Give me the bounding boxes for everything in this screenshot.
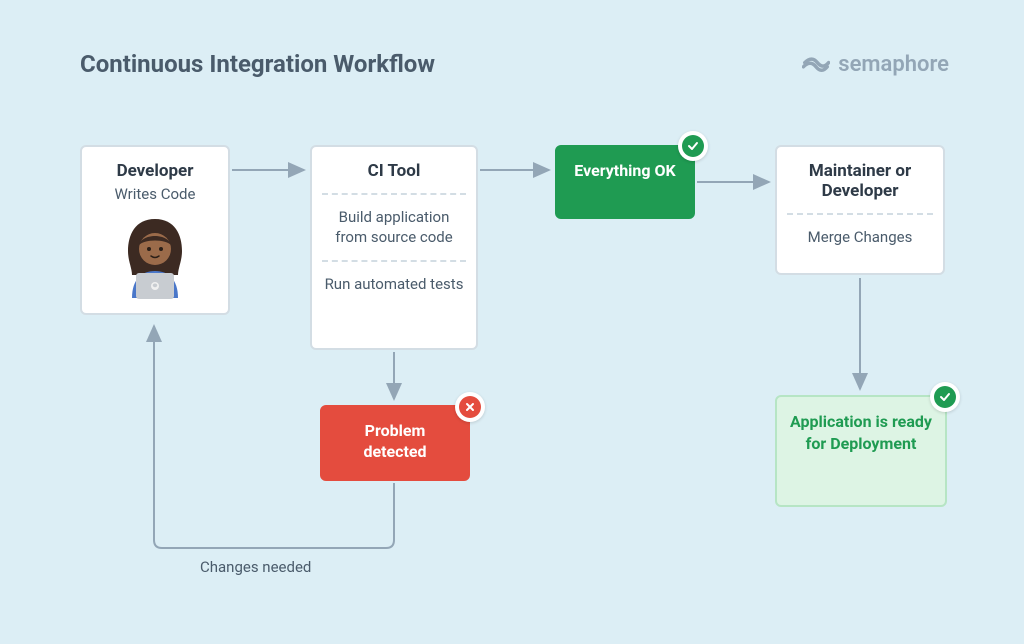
brand-logo: semaphore — [802, 50, 949, 78]
ci-step-test: Run automated tests — [322, 274, 466, 294]
developer-title: Developer — [92, 161, 218, 181]
flow-arrows — [0, 0, 1024, 644]
problem-box: Problem detected — [320, 405, 470, 481]
ready-text: Application is ready for Deployment — [787, 411, 935, 456]
ok-text: Everything OK — [567, 161, 683, 182]
changes-needed-label: Changes needed — [200, 558, 311, 576]
developer-box: Developer Writes Code — [80, 145, 230, 315]
separator — [322, 193, 466, 195]
separator — [322, 260, 466, 262]
maintainer-box: Maintainer or Developer Merge Changes — [775, 145, 945, 275]
ci-tool-box: CI Tool Build application from source co… — [310, 145, 478, 350]
developer-subtitle: Writes Code — [92, 185, 218, 203]
check-badge-icon — [930, 382, 960, 412]
maintainer-action: Merge Changes — [787, 227, 933, 247]
semaphore-icon — [802, 50, 830, 78]
problem-text: Problem detected — [332, 421, 458, 463]
ci-tool-title: CI Tool — [322, 161, 466, 181]
ci-step-build: Build application from source code — [322, 207, 466, 248]
check-badge-icon — [678, 131, 708, 161]
everything-ok-box: Everything OK — [555, 145, 695, 219]
brand-name: semaphore — [838, 52, 949, 77]
maintainer-title: Maintainer or Developer — [787, 161, 933, 201]
error-badge-icon — [455, 392, 485, 422]
developer-avatar-icon — [110, 213, 200, 303]
ready-box: Application is ready for Deployment — [775, 395, 947, 507]
diagram-title: Continuous Integration Workflow — [80, 50, 435, 78]
separator — [787, 213, 933, 215]
